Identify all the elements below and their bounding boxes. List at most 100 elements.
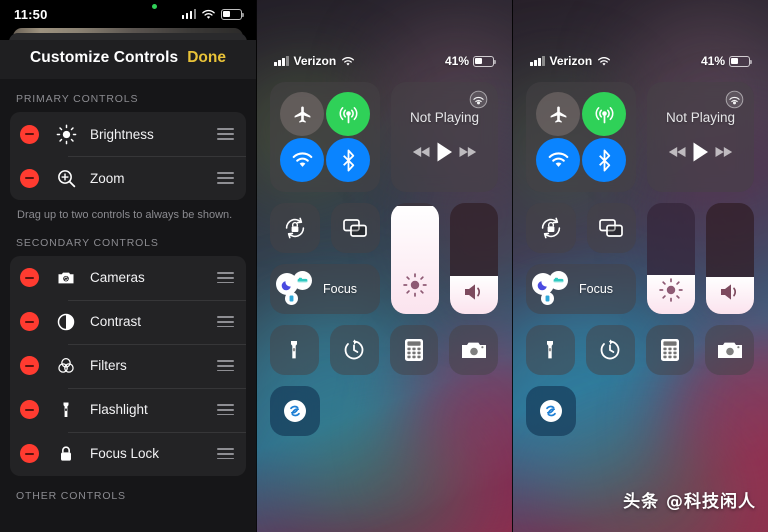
airplay-audio-icon[interactable] — [725, 90, 744, 114]
list-item-flashlight[interactable]: Flashlight — [10, 387, 246, 432]
watermark: 头条 @科技闲人 — [623, 492, 756, 512]
primary-controls-hint: Drag up to two controls to always be sho… — [17, 209, 233, 221]
brightness-slider[interactable] — [647, 203, 695, 314]
remove-icon[interactable] — [20, 168, 39, 188]
bed-icon — [549, 271, 568, 290]
screen-mirroring-button[interactable] — [330, 203, 380, 253]
wifi-icon — [342, 56, 355, 66]
wifi-icon — [598, 56, 611, 66]
panel-divider — [512, 0, 513, 532]
cc-grid: Not Playing Focus — [526, 82, 754, 436]
remove-icon[interactable] — [20, 268, 39, 288]
bluetooth-toggle[interactable] — [326, 138, 370, 182]
now-playing-tile[interactable]: Not Playing — [391, 82, 498, 192]
brightness-icon — [647, 277, 695, 303]
focus-tile[interactable]: Focus — [526, 264, 636, 314]
secondary-controls-group: Cameras Contrast Filters Flashlight Focu… — [10, 255, 246, 476]
volume-icon — [706, 281, 754, 303]
airplane-mode-toggle[interactable] — [280, 92, 324, 136]
secondary-controls-label: SECONDARY CONTROLS — [16, 236, 159, 249]
reorder-handle[interactable] — [217, 172, 234, 184]
screen-mirroring-button[interactable] — [586, 203, 636, 253]
list-item-label: Cameras — [90, 270, 145, 286]
connectivity-tile[interactable] — [526, 82, 636, 192]
forward-icon[interactable] — [457, 145, 477, 159]
ios-status-bar: 11:50 — [0, 0, 256, 28]
wifi-toggle[interactable] — [536, 138, 580, 182]
list-item-contrast[interactable]: Contrast — [10, 299, 246, 344]
volume-slider[interactable] — [450, 203, 498, 314]
customize-controls-panel: 11:50 Customize Controls Done PRIMARY CON… — [0, 0, 256, 532]
shazam-button[interactable] — [270, 386, 320, 436]
reorder-handle[interactable] — [217, 272, 234, 284]
forward-icon[interactable] — [713, 145, 733, 159]
battery-percent-label: 41% — [700, 54, 725, 68]
cellular-data-toggle[interactable] — [582, 92, 626, 136]
focus-label: Focus — [579, 282, 614, 296]
reorder-handle[interactable] — [217, 128, 234, 140]
wifi-toggle[interactable] — [280, 138, 324, 182]
remove-icon[interactable] — [20, 312, 39, 332]
flashlight-button[interactable] — [270, 325, 319, 375]
stacked-card-decoration — [7, 28, 249, 43]
brightness-icon — [51, 124, 81, 145]
timer-button[interactable] — [585, 325, 635, 375]
rotation-lock-toggle[interactable] — [526, 203, 576, 253]
list-item-label: Brightness — [90, 126, 154, 142]
reorder-handle[interactable] — [217, 404, 234, 416]
status-bar-time: 11:50 — [14, 6, 48, 22]
play-icon[interactable] — [691, 141, 710, 163]
remove-icon[interactable] — [20, 400, 39, 420]
list-item-label: Flashlight — [90, 402, 148, 418]
focus-tile[interactable]: Focus — [270, 264, 380, 314]
battery-icon — [729, 55, 752, 67]
airplane-mode-toggle[interactable] — [536, 92, 580, 136]
zoom-magnifier-icon — [51, 168, 81, 189]
primary-controls-label: PRIMARY CONTROLS — [16, 93, 139, 105]
list-item-label: Contrast — [90, 314, 142, 330]
connectivity-tile[interactable] — [270, 82, 380, 192]
other-controls-label: OTHER CONTROLS — [16, 489, 126, 502]
airplay-audio-icon[interactable] — [469, 90, 488, 114]
cellular-data-toggle[interactable] — [326, 92, 370, 136]
play-icon[interactable] — [435, 141, 454, 163]
list-item-focus-lock[interactable]: Focus Lock — [10, 431, 246, 476]
rewind-icon[interactable] — [668, 145, 688, 159]
list-item-label: Zoom — [90, 170, 125, 186]
remove-icon[interactable] — [20, 356, 39, 376]
remove-icon[interactable] — [20, 124, 39, 144]
reorder-handle[interactable] — [217, 448, 234, 460]
reorder-handle[interactable] — [217, 360, 234, 372]
badge-icon — [285, 292, 298, 305]
rotation-lock-toggle[interactable] — [270, 203, 320, 253]
now-playing-tile[interactable]: Not Playing — [647, 82, 754, 192]
volume-slider[interactable] — [706, 203, 754, 314]
volume-icon — [450, 281, 498, 303]
list-item-brightness[interactable]: Brightness — [10, 112, 246, 156]
shazam-button[interactable] — [526, 386, 576, 436]
remove-icon[interactable] — [20, 444, 39, 464]
sheet-body: PRIMARY CONTROLS Brightness Zoom Drag up… — [0, 79, 256, 532]
calculator-button[interactable] — [645, 325, 695, 375]
cc-status-bar: Verizon 41% — [256, 53, 512, 69]
list-item-filters[interactable]: Filters — [10, 343, 246, 388]
calculator-button[interactable] — [389, 325, 439, 375]
cc-grid: Not Playing Focus — [270, 82, 498, 436]
reorder-handle[interactable] — [217, 316, 234, 328]
primary-controls-group: Brightness Zoom — [10, 112, 246, 200]
list-item-label: Focus Lock — [90, 446, 160, 462]
cellular-bars-icon — [274, 56, 289, 66]
list-item-label: Filters — [90, 358, 127, 374]
done-button[interactable]: Done — [187, 49, 226, 66]
focus-icon-cluster — [276, 269, 320, 309]
list-item-zoom[interactable]: Zoom — [10, 156, 246, 200]
timer-button[interactable] — [329, 325, 379, 375]
camera-button[interactable] — [449, 325, 498, 375]
bluetooth-toggle[interactable] — [582, 138, 626, 182]
flashlight-button[interactable] — [526, 325, 575, 375]
rewind-icon[interactable] — [412, 145, 432, 159]
camera-button[interactable] — [705, 325, 754, 375]
flashlight-icon — [51, 400, 81, 420]
list-item-cameras[interactable]: Cameras — [10, 256, 246, 300]
brightness-slider[interactable] — [391, 203, 439, 314]
